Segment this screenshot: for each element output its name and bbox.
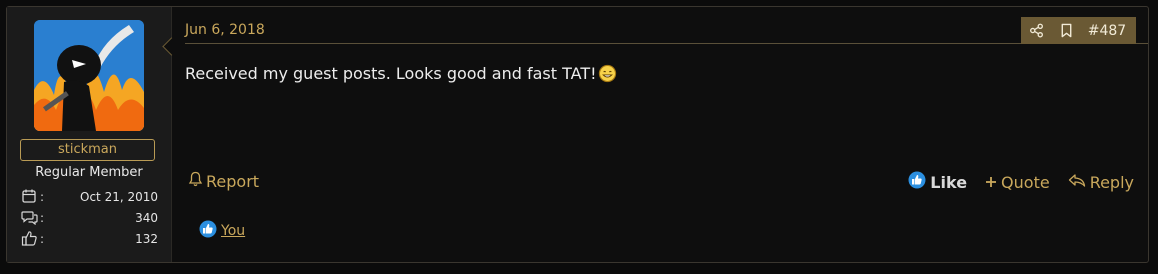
header-divider	[185, 43, 1148, 44]
reactions-stat: : 132	[21, 230, 158, 248]
bell-icon	[188, 171, 203, 191]
bookmark-icon[interactable]	[1051, 23, 1081, 38]
post-main: Jun 6, 2018 #487 Received my guest posts…	[172, 7, 1148, 262]
like-label: Like	[930, 172, 968, 192]
report-label: Report	[206, 171, 260, 191]
post-number-link[interactable]: #487	[1081, 23, 1133, 39]
post-message-text: Received my guest posts. Looks good and …	[185, 64, 597, 83]
join-date-stat: : Oct 21, 2010	[21, 188, 158, 206]
like-reaction-icon	[199, 220, 217, 242]
post-action-bar: #487	[1021, 17, 1136, 44]
reactions-value: 132	[135, 232, 158, 246]
plus-icon	[985, 173, 997, 192]
reactions-bar: You	[199, 220, 245, 242]
post-container: stickman Regular Member : Oct 21, 2010 :…	[6, 6, 1149, 263]
like-reaction-icon	[908, 171, 926, 193]
reply-label: Reply	[1089, 172, 1134, 192]
user-info-panel: stickman Regular Member : Oct 21, 2010 :…	[7, 7, 172, 262]
username-badge[interactable]: stickman	[20, 139, 155, 161]
report-button[interactable]: Report	[188, 171, 259, 191]
post-date[interactable]: Jun 6, 2018	[185, 22, 265, 38]
messages-value: 340	[135, 211, 158, 225]
reply-button[interactable]: Reply	[1068, 171, 1134, 193]
quote-label: Quote	[1001, 172, 1050, 192]
quote-button[interactable]: Quote	[985, 171, 1050, 193]
messages-stat: : 340	[21, 209, 158, 227]
avatar-image	[34, 20, 144, 131]
share-icon[interactable]	[1021, 23, 1051, 38]
smile-emoji-icon	[598, 64, 617, 87]
post-message: Received my guest posts. Looks good and …	[185, 64, 617, 87]
reaction-users-link[interactable]: You	[221, 223, 245, 239]
avatar[interactable]	[34, 20, 144, 131]
post-reply-actions: Like Quote Reply	[908, 171, 1134, 193]
reply-arrow-icon	[1068, 173, 1086, 192]
join-date-value: Oct 21, 2010	[80, 190, 158, 204]
like-button[interactable]: Like	[908, 171, 967, 193]
user-title: Regular Member	[35, 165, 143, 180]
